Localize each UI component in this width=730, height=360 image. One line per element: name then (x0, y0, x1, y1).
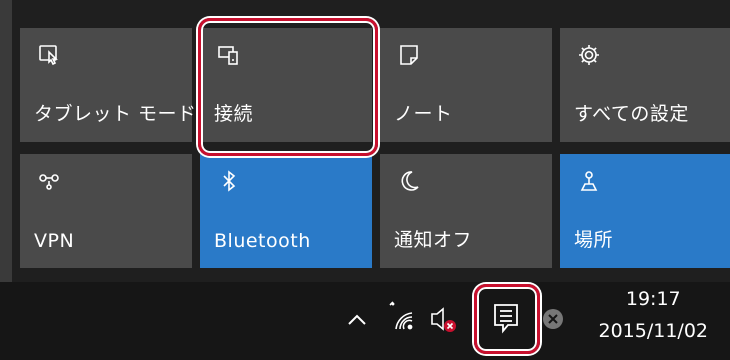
gear-icon (576, 42, 602, 68)
tile-label: VPN (34, 230, 75, 252)
panel-edge (0, 0, 12, 282)
wifi-icon[interactable] (386, 298, 416, 334)
taskbar: 19:17 2015/11/02 (0, 282, 730, 360)
tile-location[interactable]: 場所 (560, 154, 730, 268)
speaker-muted-icon[interactable] (428, 302, 458, 336)
tile-vpn[interactable]: VPN (20, 154, 192, 268)
tablet-mode-icon (36, 42, 62, 68)
clock[interactable]: 19:17 2015/11/02 (598, 288, 708, 342)
tile-bluetooth[interactable]: Bluetooth (200, 154, 372, 268)
action-center-panel: タブレット モード 接続 ノート すべての設定 VPN Bluetooth 通知… (0, 0, 730, 282)
tile-label: すべての設定 (574, 103, 689, 125)
clock-date: 2015/11/02 (598, 320, 708, 342)
tile-all-settings[interactable]: すべての設定 (560, 28, 730, 142)
tile-label: ノート (394, 103, 453, 125)
highlight-action-center (474, 284, 540, 354)
tile-tablet-mode[interactable]: タブレット モード (20, 28, 196, 142)
chevron-up-icon[interactable] (346, 306, 368, 332)
tile-quiet-hours[interactable]: 通知オフ (380, 154, 552, 268)
tile-label: 通知オフ (394, 229, 473, 251)
bluetooth-icon (216, 168, 242, 194)
location-icon (576, 168, 602, 194)
close-circle-icon[interactable] (540, 306, 566, 332)
moon-icon (396, 168, 422, 194)
tile-note[interactable]: ノート (380, 28, 552, 142)
tile-label: Bluetooth (214, 230, 311, 252)
highlight-connect (198, 18, 378, 156)
vpn-icon (36, 168, 62, 194)
note-icon (396, 42, 422, 68)
tile-label: 場所 (574, 229, 614, 251)
clock-time: 19:17 (625, 288, 681, 310)
tile-label: タブレット モード (34, 103, 197, 125)
